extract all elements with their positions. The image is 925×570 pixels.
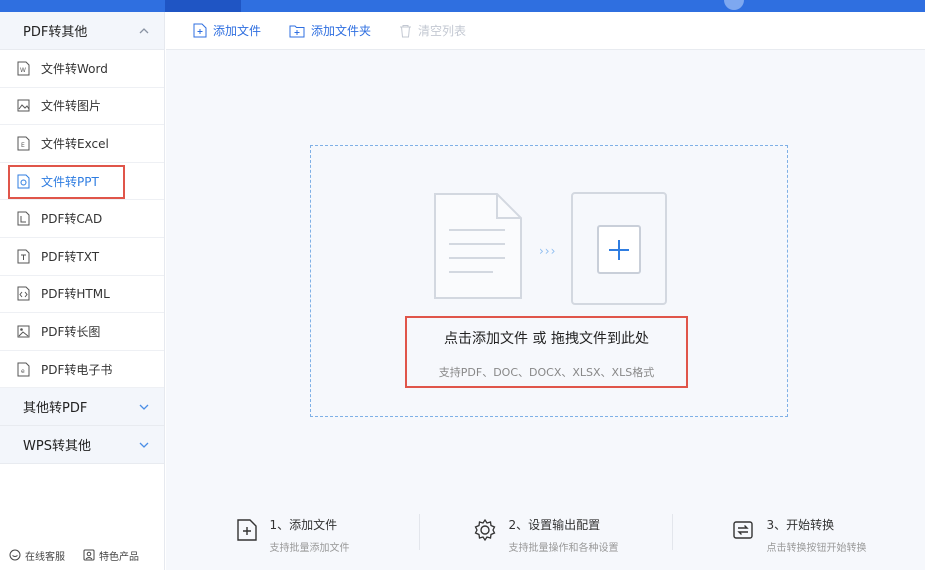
long-image-icon — [17, 324, 30, 339]
featured-products-link[interactable]: 特色产品 — [83, 548, 139, 563]
html-file-icon — [17, 286, 30, 301]
word-file-icon: W — [17, 61, 30, 76]
group-wps-to-other[interactable]: WPS转其他 — [0, 426, 164, 465]
main-panel: 添加文件 添加文件夹 清空列表 ››› 点击添加文件 或 拖拽文件到此处 支持P… — [166, 12, 925, 570]
add-folder-icon — [289, 25, 305, 37]
add-file-button[interactable]: 添加文件 — [193, 22, 261, 39]
sidebar-item-excel[interactable]: E 文件转Excel — [0, 125, 164, 163]
ebook-file-icon: e — [17, 362, 30, 377]
group-other-to-pdf[interactable]: 其他转PDF — [0, 388, 164, 427]
add-file-target[interactable] — [571, 192, 667, 305]
trash-icon — [400, 24, 412, 37]
image-file-icon — [17, 98, 30, 113]
arrow-right-icon: ››› — [539, 244, 557, 258]
sidebar-item-image[interactable]: 文件转图片 — [0, 88, 164, 126]
cad-file-icon — [17, 211, 30, 226]
add-file-label: 添加文件 — [213, 24, 262, 38]
svg-text:W: W — [20, 67, 26, 74]
chat-icon — [9, 549, 21, 561]
step-add-file: 1、添加文件 支持批量添加文件 — [166, 502, 419, 556]
online-service-link[interactable]: 在线客服 — [9, 548, 65, 563]
toolbar: 添加文件 添加文件夹 清空列表 — [166, 12, 925, 50]
file-drop-zone[interactable]: ››› 点击添加文件 或 拖拽文件到此处 支持PDF、DOC、DOCX、XLSX… — [310, 145, 788, 417]
sidebar-item-txt[interactable]: PDF转TXT — [0, 238, 164, 276]
group-pdf-to-other[interactable]: PDF转其他 — [0, 12, 164, 50]
drop-zone-title: 点击添加文件 或 拖拽文件到此处 — [444, 331, 649, 347]
document-illustration-icon — [434, 193, 522, 299]
sidebar-item-long-image[interactable]: PDF转长图 — [0, 313, 164, 351]
sidebar-item-label: PDF转HTML — [41, 287, 110, 302]
featured-products-label: 特色产品 — [99, 551, 139, 563]
sidebar-item-word[interactable]: W 文件转Word — [0, 50, 164, 88]
step-output-settings: 2、设置输出配置 支持批量操作和各种设置 — [419, 502, 672, 556]
step-desc: 支持批量操作和各种设置 — [508, 543, 619, 554]
sidebar-item-label: 文件转Excel — [41, 136, 109, 151]
chevron-down-icon — [138, 439, 150, 451]
sidebar-item-label: PDF转TXT — [41, 249, 100, 264]
supported-formats: 支持PDF、DOC、DOCX、XLSX、XLS格式 — [438, 366, 655, 379]
add-file-icon — [193, 23, 207, 38]
svg-text:E: E — [21, 142, 25, 149]
group-label: PDF转其他 — [23, 25, 88, 40]
excel-file-icon: E — [17, 136, 30, 151]
clear-list-label: 清空列表 — [418, 24, 467, 38]
add-folder-button[interactable]: 添加文件夹 — [289, 22, 371, 39]
plus-icon — [597, 225, 641, 274]
add-file-icon — [236, 519, 257, 541]
sidebar-item-label: PDF转电子书 — [41, 362, 113, 377]
svg-text:e: e — [21, 368, 25, 375]
sidebar-item-label: PDF转CAD — [41, 212, 103, 227]
sidebar-item-label: PDF转长图 — [41, 324, 101, 339]
product-icon — [83, 549, 95, 561]
app-window: PDF转其他 W 文件转Word 文件转图片 E 文件转Excel 文件转PPT… — [0, 0, 925, 570]
clear-list-button[interactable]: 清空列表 — [399, 22, 466, 39]
sidebar-footer: 在线客服 特色产品 — [0, 540, 165, 570]
add-folder-label: 添加文件夹 — [311, 24, 372, 38]
group-label: 其他转PDF — [23, 401, 88, 417]
selection-highlight — [8, 164, 125, 199]
gear-icon — [474, 518, 495, 542]
title-bar — [0, 0, 925, 12]
step-start-convert: 3、开始转换 点击转换按钮开始转换 — [672, 502, 925, 556]
convert-icon — [732, 521, 753, 539]
sidebar: PDF转其他 W 文件转Word 文件转图片 E 文件转Excel 文件转PPT… — [0, 12, 165, 570]
sidebar-item-ppt[interactable]: 文件转PPT — [0, 163, 164, 201]
step-title: 2、设置输出配置 — [508, 518, 601, 532]
sidebar-item-cad[interactable]: PDF转CAD — [0, 200, 164, 238]
step-desc: 点击转换按钮开始转换 — [766, 543, 867, 554]
step-title: 3、开始转换 — [766, 518, 835, 532]
sidebar-item-label: 文件转Word — [41, 61, 108, 76]
steps-guide: 1、添加文件 支持批量添加文件 2、设置输出配置 支持批量操作和各种设置 3、开… — [166, 502, 925, 556]
sidebar-item-ebook[interactable]: e PDF转电子书 — [0, 351, 164, 389]
chevron-up-icon — [138, 25, 150, 37]
chevron-down-icon — [138, 401, 150, 413]
active-top-tab[interactable] — [165, 0, 241, 12]
online-service-label: 在线客服 — [25, 551, 65, 563]
step-title: 1、添加文件 — [269, 518, 338, 532]
drop-zone-instructions: 点击添加文件 或 拖拽文件到此处 支持PDF、DOC、DOCX、XLSX、XLS… — [405, 316, 688, 388]
txt-file-icon — [17, 249, 30, 264]
sidebar-item-html[interactable]: PDF转HTML — [0, 276, 164, 314]
user-avatar[interactable] — [724, 0, 744, 10]
step-desc: 支持批量添加文件 — [269, 543, 350, 554]
sidebar-item-label: 文件转图片 — [41, 99, 102, 114]
group-label: WPS转其他 — [23, 439, 91, 455]
